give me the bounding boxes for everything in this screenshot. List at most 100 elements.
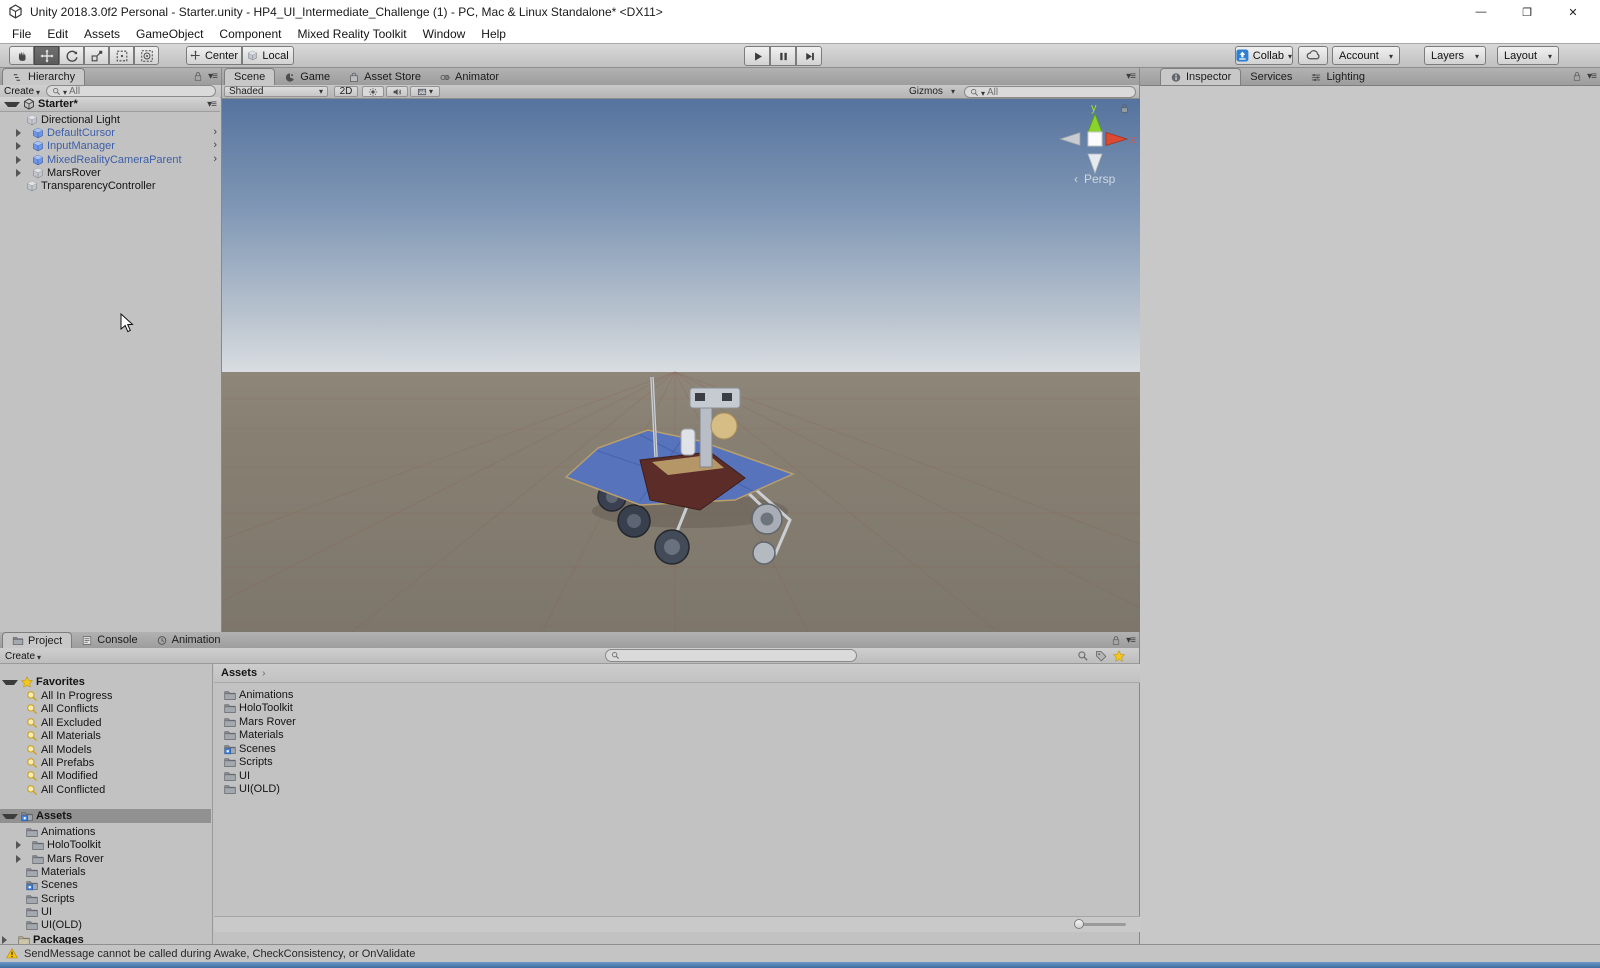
gizmos-dropdown[interactable]: Gizmos: [905, 86, 959, 97]
panel-menu-icon[interactable]: ▾≡: [1126, 635, 1136, 646]
saved-search-star-icon[interactable]: [1113, 650, 1125, 662]
menu-mixed-reality-toolkit[interactable]: Mixed Reality Toolkit: [289, 27, 414, 41]
tab-console[interactable]: Console: [72, 632, 146, 648]
favorite-item[interactable]: All In Progress: [0, 689, 211, 702]
transform-tool-button[interactable]: [134, 46, 159, 65]
rotate-tool-button[interactable]: [59, 46, 84, 65]
content-folder-materials[interactable]: Materials: [214, 728, 1139, 741]
assets-root-row[interactable]: Assets: [0, 809, 211, 823]
tab-animator[interactable]: Animator: [430, 69, 508, 85]
favorite-item[interactable]: All Prefabs: [0, 756, 211, 769]
foldout-closed-icon[interactable]: [16, 128, 29, 137]
slider-knob[interactable]: [1074, 919, 1084, 929]
project-search-field[interactable]: [605, 649, 857, 662]
tree-folder-mars-rover[interactable]: Mars Rover: [0, 852, 211, 865]
foldout-closed-icon[interactable]: [16, 840, 29, 849]
foldout-open-icon[interactable]: [2, 679, 18, 685]
hierarchy-item-directional-light[interactable]: Directional Light: [0, 113, 220, 126]
content-folder-holotoolkit[interactable]: HoloToolkit: [214, 701, 1139, 714]
foldout-closed-icon[interactable]: [2, 936, 15, 944]
menu-help[interactable]: Help: [473, 27, 514, 41]
menu-component[interactable]: Component: [211, 27, 289, 41]
panel-menu-icon[interactable]: ▾≡: [1587, 71, 1597, 82]
scene-audio-toggle[interactable]: [386, 86, 408, 97]
space-mode-button[interactable]: Local: [242, 46, 294, 65]
gizmo-lock-icon[interactable]: [1119, 103, 1130, 114]
foldout-open-icon[interactable]: [4, 101, 20, 107]
favorite-item[interactable]: All Conflicts: [0, 702, 211, 715]
tree-folder-animations[interactable]: Animations: [0, 825, 211, 838]
content-folder-scenes[interactable]: Scenes: [214, 742, 1139, 755]
tab-scene[interactable]: Scene: [224, 68, 276, 85]
favorite-item[interactable]: All Excluded: [0, 716, 211, 729]
pause-button[interactable]: [770, 46, 796, 66]
layers-dropdown[interactable]: Layers: [1424, 46, 1486, 65]
layout-dropdown[interactable]: Layout: [1497, 46, 1559, 65]
menu-edit[interactable]: Edit: [39, 27, 76, 41]
tab-project[interactable]: Project: [2, 632, 73, 648]
foldout-closed-icon[interactable]: [16, 141, 29, 150]
status-bar[interactable]: SendMessage cannot be called during Awak…: [0, 944, 1600, 962]
scene-viewport[interactable]: y x ‹ Persp: [222, 99, 1140, 632]
panel-menu-icon[interactable]: ▾≡: [208, 71, 218, 82]
tree-folder-ui-old[interactable]: UI(OLD): [0, 918, 211, 931]
scene-fx-dropdown[interactable]: [410, 86, 440, 97]
menu-gameobject[interactable]: GameObject: [128, 27, 211, 41]
content-folder-animations[interactable]: Animations: [214, 688, 1139, 701]
close-button[interactable]: ✕: [1550, 0, 1596, 24]
favorite-item[interactable]: All Conflicted: [0, 783, 211, 796]
content-folder-scripts[interactable]: Scripts: [214, 755, 1139, 768]
draw-mode-dropdown[interactable]: Shaded: [224, 86, 328, 97]
foldout-closed-icon[interactable]: [16, 168, 29, 177]
scene-menu-icon[interactable]: ▾≡: [207, 99, 217, 110]
foldout-closed-icon[interactable]: [16, 155, 29, 164]
pivot-mode-button[interactable]: Center: [186, 46, 242, 65]
hierarchy-search-field[interactable]: All: [46, 85, 216, 97]
rect-tool-button[interactable]: [109, 46, 134, 65]
move-tool-button[interactable]: [34, 46, 59, 65]
icon-size-slider[interactable]: [1074, 919, 1126, 929]
collab-button[interactable]: Collab: [1235, 46, 1293, 65]
toggle-2d-button[interactable]: 2D: [334, 86, 358, 97]
menu-assets[interactable]: Assets: [76, 27, 128, 41]
menu-window[interactable]: Window: [415, 27, 474, 41]
project-create-button[interactable]: Create: [5, 650, 41, 662]
tree-folder-ui[interactable]: UI: [0, 905, 211, 918]
favorite-item[interactable]: All Materials: [0, 729, 211, 742]
panel-menu-icon[interactable]: ▾≡: [1126, 71, 1136, 82]
play-button[interactable]: [744, 46, 770, 66]
content-folder-ui[interactable]: UI: [214, 769, 1139, 782]
menu-file[interactable]: File: [4, 27, 39, 41]
hierarchy-item-marsrover[interactable]: MarsRover: [0, 166, 220, 179]
search-by-label-icon[interactable]: [1095, 650, 1107, 662]
tab-inspector[interactable]: Inspector: [1160, 68, 1242, 85]
favorite-item[interactable]: All Modified: [0, 769, 211, 782]
content-folder-ui-old[interactable]: UI(OLD): [214, 782, 1139, 795]
content-folder-mars-rover[interactable]: Mars Rover: [214, 715, 1139, 728]
prefab-open-arrow[interactable]: ›: [213, 126, 217, 138]
foldout-closed-icon[interactable]: [16, 854, 29, 863]
tree-folder-materials[interactable]: Materials: [0, 865, 211, 878]
search-by-type-icon[interactable]: [1077, 650, 1089, 662]
hierarchy-item-inputmanager[interactable]: InputManager ›: [0, 139, 220, 152]
scene-header-row[interactable]: Starter* ▾≡: [0, 97, 220, 112]
tab-animation[interactable]: Animation: [147, 632, 230, 648]
favorite-item[interactable]: All Models: [0, 743, 211, 756]
scale-tool-button[interactable]: [84, 46, 109, 65]
favorites-header[interactable]: Favorites: [0, 675, 211, 689]
maximize-button[interactable]: ❐: [1504, 0, 1550, 24]
tab-game[interactable]: Game: [275, 69, 339, 85]
hierarchy-create-button[interactable]: Create: [4, 85, 40, 97]
account-dropdown[interactable]: Account: [1332, 46, 1400, 65]
tab-services[interactable]: Services: [1241, 69, 1301, 85]
tab-lighting[interactable]: Lighting: [1301, 69, 1374, 85]
prefab-open-arrow[interactable]: ›: [213, 139, 217, 151]
breadcrumb[interactable]: Assets: [221, 667, 257, 679]
tree-folder-scenes[interactable]: Scenes: [0, 878, 211, 891]
foldout-open-icon[interactable]: [2, 813, 18, 819]
scene-search-field[interactable]: All: [964, 86, 1136, 98]
tree-folder-holotoolkit[interactable]: HoloToolkit: [0, 838, 211, 851]
scene-lighting-toggle[interactable]: [362, 86, 384, 97]
prefab-open-arrow[interactable]: ›: [213, 153, 217, 165]
lock-icon[interactable]: [1110, 635, 1122, 646]
